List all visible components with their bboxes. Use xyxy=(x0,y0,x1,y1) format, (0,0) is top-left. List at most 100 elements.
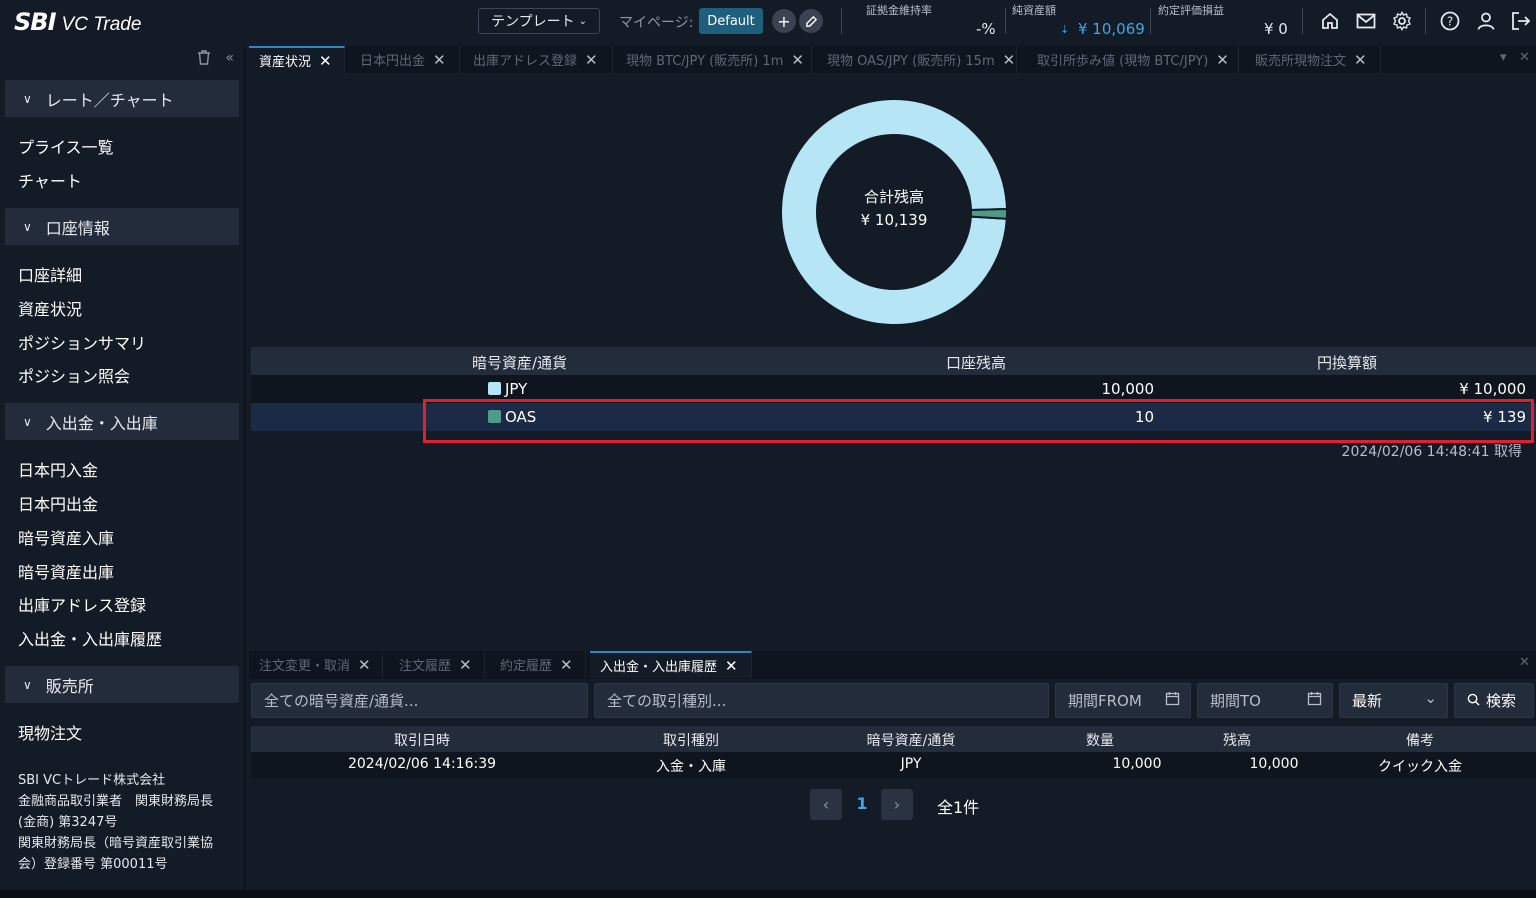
sidebar-item-asset-status[interactable]: 資産状況 xyxy=(18,296,82,320)
logout-icon[interactable] xyxy=(1508,8,1534,34)
home-icon[interactable] xyxy=(1317,8,1343,34)
sbi-vc-trade-logo[interactable]: SBI VC Trade xyxy=(14,8,141,36)
sidebar-item-jpy-deposit[interactable]: 日本円入金 xyxy=(18,457,98,481)
close-icon[interactable]: ✕ xyxy=(459,656,472,674)
donut-slice-oas[interactable] xyxy=(969,208,1008,220)
logo-sbi-text: SBI xyxy=(14,8,57,36)
date-to-label: 期間TO xyxy=(1210,692,1261,710)
close-icon[interactable]: ✕ xyxy=(1216,51,1229,69)
sidebar-item-chart[interactable]: チャート xyxy=(18,168,82,192)
sidebar-item-crypto-deposit[interactable]: 暗号資産入庫 xyxy=(18,525,114,549)
tab-label: 入出金・入出庫履歴 xyxy=(600,660,718,675)
close-panel-icon[interactable]: ✕ xyxy=(1519,655,1530,670)
cell-asset: JPY xyxy=(900,756,922,772)
company-info: SBI VCトレード株式会社 金融商品取引業者 関東財務局長 (金商) 第324… xyxy=(18,770,238,875)
tab-exchange-trades[interactable]: 取引所歩み値 (現物 BTC/JPY) ✕ xyxy=(1027,46,1239,73)
sidebar-item-history[interactable]: 入出金・入出庫履歴 xyxy=(18,626,162,650)
jpy-color-swatch xyxy=(488,382,501,395)
date-from-field[interactable]: 期間FROM xyxy=(1055,683,1191,718)
close-icon[interactable]: ✕ xyxy=(319,52,332,70)
asset-balance: 10,000 xyxy=(1101,380,1155,398)
section-rate-chart[interactable]: ∨ レート／チャート xyxy=(5,80,239,117)
col-header-datetime: 取引日時 xyxy=(394,733,450,749)
sidebar-item-position-inquiry[interactable]: ポジション照会 xyxy=(18,363,130,387)
tab-jpy-withdrawal[interactable]: 日本円出金 ✕ xyxy=(350,46,460,73)
close-icon[interactable]: ✕ xyxy=(725,657,738,675)
section-title: 口座情報 xyxy=(45,218,110,238)
sidebar-item-crypto-withdrawal[interactable]: 暗号資産出庫 xyxy=(18,559,114,583)
current-page-number[interactable]: 1 xyxy=(850,794,874,813)
tab-execution-history[interactable]: 約定履歴 ✕ xyxy=(490,651,586,678)
asset-filter-select[interactable]: 全ての暗号資産/通貨... xyxy=(251,683,588,718)
close-icon[interactable]: ✕ xyxy=(585,51,598,69)
tab-spot-order[interactable]: 販売所現物注文 ✕ xyxy=(1245,46,1381,73)
company-line: 会）登録番号 第00011号 xyxy=(18,857,168,872)
close-icon[interactable]: ✕ xyxy=(433,51,446,69)
close-panel-icon[interactable]: ✕ xyxy=(1519,50,1530,65)
tab-label: 現物 OAS/JPY (販売所) 15m xyxy=(827,54,995,69)
gear-icon[interactable] xyxy=(1389,8,1415,34)
calendar-icon[interactable] xyxy=(1307,691,1322,710)
tab-label: 注文変更・取消 xyxy=(259,659,351,674)
sidebar-item-account-details[interactable]: 口座詳細 xyxy=(18,262,82,286)
section-deposit-withdrawal[interactable]: ∨ 入出金・入出庫 xyxy=(5,403,239,440)
tab-order-history[interactable]: 注文履歴 ✕ xyxy=(389,651,485,678)
sidebar-item-withdrawal-address[interactable]: 出庫アドレス登録 xyxy=(18,592,146,616)
chevron-down-icon: ⌄ xyxy=(578,15,587,27)
close-icon[interactable]: ✕ xyxy=(1354,51,1367,69)
type-filter-select[interactable]: 全ての取引種別... xyxy=(594,683,1049,718)
top-header: SBI VC Trade テンプレート ⌄ マイページ: Default + 証… xyxy=(0,0,1536,44)
tab-withdrawal-address[interactable]: 出庫アドレス登録 ✕ xyxy=(463,46,613,73)
tab-deposit-history[interactable]: 入出金・入出庫履歴 ✕ xyxy=(590,651,752,678)
user-icon[interactable] xyxy=(1473,8,1499,34)
chevron-down-icon: ∨ xyxy=(23,219,32,234)
chevron-left-icon: ‹ xyxy=(822,795,830,814)
double-chevron-down-icon[interactable]: ⇣ xyxy=(1060,23,1069,36)
sort-select[interactable]: 最新 ⌄ xyxy=(1339,683,1448,718)
add-layout-button[interactable]: + xyxy=(772,9,796,33)
mail-icon[interactable] xyxy=(1353,8,1379,34)
donut-center-label: 合計残高 ¥ 10,139 xyxy=(834,186,954,232)
tab-btc-chart[interactable]: 現物 BTC/JPY (販売所) 1m ✕ xyxy=(616,46,812,73)
section-exchange-desk[interactable]: ∨ 販売所 xyxy=(5,666,239,703)
cell-datetime: 2024/02/06 14:16:39 xyxy=(347,756,497,772)
help-icon[interactable]: ? xyxy=(1437,8,1463,34)
collapse-sidebar-icon[interactable]: « xyxy=(225,50,234,69)
col-header-balance: 口座残高 xyxy=(946,354,1007,372)
section-account-info[interactable]: ∨ 口座情報 xyxy=(5,208,239,245)
col-header-asset: 暗号資産/通貨 xyxy=(866,733,956,749)
sidebar-item-price-list[interactable]: プライス一覧 xyxy=(18,134,114,158)
sidebar-item-jpy-withdrawal[interactable]: 日本円出金 xyxy=(18,491,98,515)
tab-oas-chart[interactable]: 現物 OAS/JPY (販売所) 15m ✕ xyxy=(817,46,1017,73)
template-label: テンプレート xyxy=(491,14,575,30)
assets-table-header: 暗号資産/通貨 口座残高 円換算額 xyxy=(251,347,1536,375)
close-icon[interactable]: ✕ xyxy=(560,656,573,674)
sidebar-item-spot-order[interactable]: 現物注文 xyxy=(18,720,82,744)
close-icon[interactable]: ✕ xyxy=(358,656,371,674)
section-title: 入出金・入出庫 xyxy=(45,413,158,433)
col-header-type: 取引種別 xyxy=(663,733,719,749)
date-to-field[interactable]: 期間TO xyxy=(1197,683,1333,718)
search-button[interactable]: 検索 xyxy=(1454,683,1534,718)
edit-layout-button[interactable] xyxy=(799,9,823,33)
company-line: 関東財務局長（暗号資産取引業協 xyxy=(18,836,214,851)
tab-label: 資産状況 xyxy=(259,55,312,70)
company-line: 金融商品取引業者 関東財務局長 xyxy=(18,794,214,809)
trash-icon[interactable] xyxy=(197,50,211,69)
close-icon[interactable]: ✕ xyxy=(1003,51,1016,69)
default-layout-button[interactable]: Default xyxy=(699,8,763,34)
search-icon xyxy=(1467,692,1480,710)
tab-order-modify[interactable]: 注文変更・取消 ✕ xyxy=(249,651,383,678)
calendar-icon[interactable] xyxy=(1165,691,1180,710)
template-dropdown[interactable]: テンプレート ⌄ xyxy=(478,8,600,34)
tab-menu-chevron-icon[interactable]: ▾ xyxy=(1500,50,1507,65)
close-icon[interactable]: ✕ xyxy=(791,51,804,69)
next-page-button[interactable]: › xyxy=(881,789,913,820)
tab-asset-status[interactable]: 資産状況 ✕ xyxy=(249,46,345,73)
prev-page-button[interactable]: ‹ xyxy=(810,789,842,820)
table-row[interactable]: 2024/02/06 14:16:39 入金・入庫 JPY 10,000 10,… xyxy=(251,752,1536,778)
date-from-label: 期間FROM xyxy=(1068,692,1142,710)
sidebar-item-position-summary[interactable]: ポジションサマリ xyxy=(18,330,146,354)
divider xyxy=(1302,8,1303,34)
search-label: 検索 xyxy=(1486,692,1517,710)
